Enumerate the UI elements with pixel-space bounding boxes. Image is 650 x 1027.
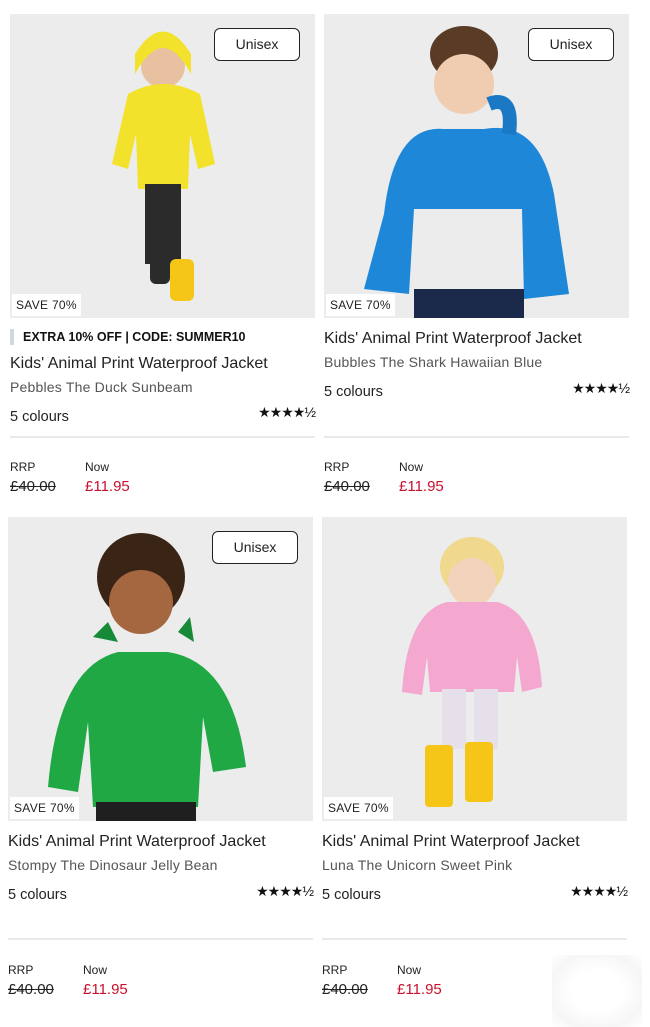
product-card[interactable]: SAVE 70% Kids' Animal Print Waterproof J… (322, 517, 628, 1007)
rrp-label: RRP (324, 460, 350, 474)
divider (324, 436, 629, 438)
now-price: £11.95 (83, 981, 128, 998)
product-title[interactable]: Kids' Animal Print Waterproof Jacket (8, 833, 266, 851)
product-variant: Bubbles The Shark Hawaiian Blue (324, 354, 543, 370)
divider (8, 938, 313, 940)
now-label: Now (397, 963, 422, 977)
product-title[interactable]: Kids' Animal Print Waterproof Jacket (10, 355, 268, 373)
product-variant: Pebbles The Duck Sunbeam (10, 379, 193, 395)
unisex-badge: Unisex (214, 28, 300, 61)
rrp-price: £40.00 (324, 478, 370, 495)
rating-stars: ★★★★½ (258, 404, 316, 420)
rrp-label: RRP (10, 460, 36, 474)
unisex-badge: Unisex (528, 28, 614, 61)
rating-stars: ★★★★½ (572, 380, 630, 396)
rrp-label: RRP (322, 963, 348, 977)
product-image[interactable]: Unisex SAVE 70% (8, 517, 313, 821)
product-card[interactable]: Unisex SAVE 70% Kids' Animal Print Water… (324, 14, 630, 504)
rrp-price: £40.00 (10, 478, 56, 495)
divider (10, 436, 315, 438)
product-title[interactable]: Kids' Animal Print Waterproof Jacket (324, 330, 582, 348)
divider (322, 938, 627, 940)
product-card[interactable]: Unisex SAVE 70% EXTRA 10% OFF | CODE: SU… (10, 14, 316, 504)
colours-count[interactable]: 5 colours (322, 887, 381, 903)
now-price: £11.95 (399, 478, 444, 495)
promo-banner: EXTRA 10% OFF | CODE: SUMMER10 (10, 329, 246, 345)
now-label: Now (85, 460, 110, 474)
product-title[interactable]: Kids' Animal Print Waterproof Jacket (322, 833, 580, 851)
rating-stars: ★★★★½ (570, 883, 628, 899)
now-label: Now (83, 963, 108, 977)
colours-count[interactable]: 5 colours (324, 384, 383, 400)
product-variant: Luna The Unicorn Sweet Pink (322, 857, 513, 873)
now-label: Now (399, 460, 424, 474)
colours-count[interactable]: 5 colours (10, 409, 69, 425)
now-price: £11.95 (397, 981, 442, 998)
product-photo-unicorn (322, 517, 627, 821)
save-badge: SAVE 70% (326, 294, 395, 316)
colours-count[interactable]: 5 colours (8, 887, 67, 903)
rating-stars: ★★★★½ (256, 883, 314, 899)
product-image[interactable]: SAVE 70% (322, 517, 627, 821)
rrp-label: RRP (8, 963, 34, 977)
rrp-price: £40.00 (8, 981, 54, 998)
product-image[interactable]: Unisex SAVE 70% (324, 14, 629, 318)
product-card[interactable]: Unisex SAVE 70% Kids' Animal Print Water… (8, 517, 314, 1007)
product-image[interactable]: Unisex SAVE 70% (10, 14, 315, 318)
unisex-badge: Unisex (212, 531, 298, 564)
product-variant: Stompy The Dinosaur Jelly Bean (8, 857, 218, 873)
floating-button-shadow (552, 955, 642, 1027)
rrp-price: £40.00 (322, 981, 368, 998)
now-price: £11.95 (85, 478, 130, 495)
save-badge: SAVE 70% (12, 294, 81, 316)
save-badge: SAVE 70% (10, 797, 79, 819)
save-badge: SAVE 70% (324, 797, 393, 819)
